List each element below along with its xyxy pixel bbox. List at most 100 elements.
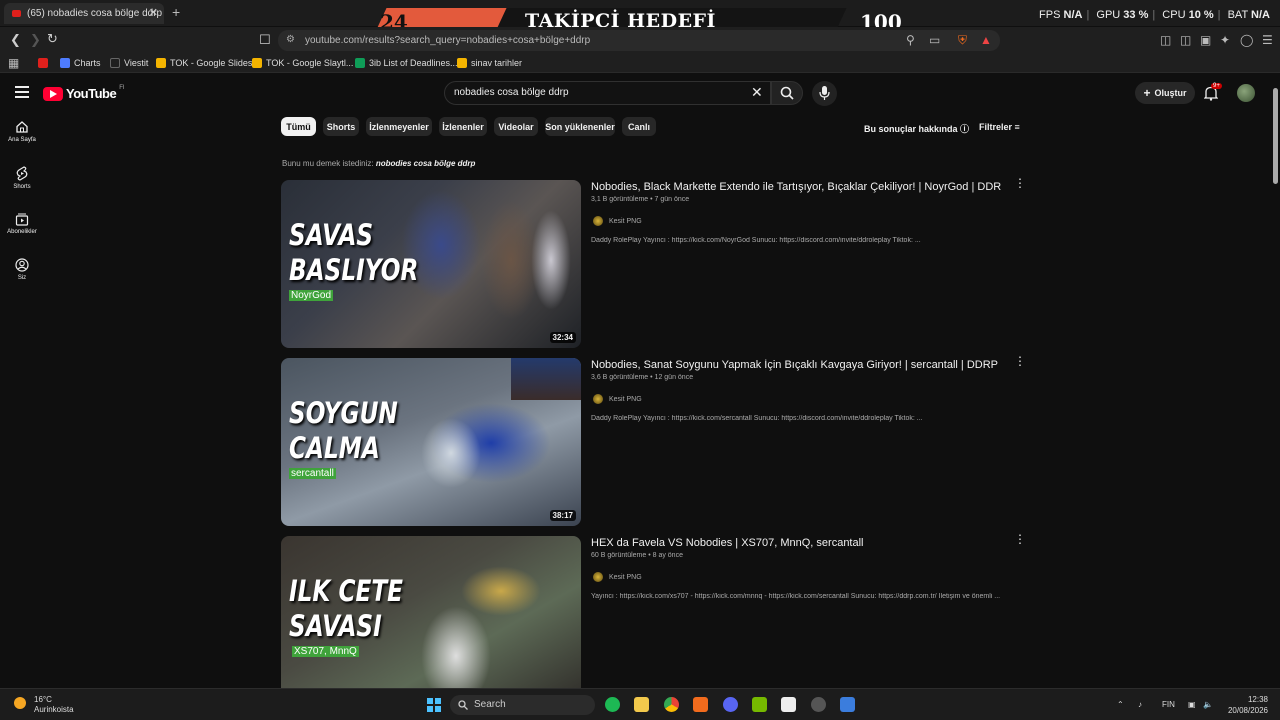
filters-button[interactable]: Filtreler ≡ [979, 122, 1020, 132]
taskbar-search[interactable]: Search [450, 695, 595, 715]
video-result[interactable]: SAVAS BASLIYOR NoyrGod 32:34 Nobodies, B… [281, 177, 1041, 348]
vpn-icon[interactable]: ◯ [1240, 33, 1253, 47]
more-actions-icon[interactable]: ⋮ [1014, 533, 1026, 545]
video-thumbnail[interactable]: ILK CETE SAVASI XS707, MnnQ [281, 536, 581, 688]
page-scrollbar[interactable] [1273, 88, 1278, 184]
app-icon[interactable] [840, 697, 855, 712]
zoom-icon[interactable]: ⚲ [906, 33, 915, 47]
rewards-icon[interactable]: ▲ [980, 33, 992, 47]
chip-live[interactable]: Canlı [622, 117, 656, 136]
bat-value: N/A [1251, 9, 1270, 21]
brave-shield-icon[interactable]: ⛨ [958, 33, 967, 48]
search-input[interactable]: nobadies cosa bölge ddrp [454, 87, 569, 98]
video-title[interactable]: Nobodies, Sanat Soygunu Yapmak İçin Bıça… [591, 359, 1001, 371]
sidebar-icon[interactable]: ◫ [1180, 33, 1191, 47]
bookmark-viestit[interactable]: Viestit [110, 58, 148, 68]
create-button[interactable]: + Oluştur [1135, 82, 1195, 104]
bookmark-tok-slaytlar[interactable]: TOK - Google Slaytl... [252, 58, 353, 68]
wallet-icon[interactable]: ▣ [1200, 33, 1211, 47]
cast-icon[interactable]: ▭ [929, 33, 940, 47]
address-bar-row: ❮ ❯ ↻ ☐ ⚙ youtube.com/results?search_que… [0, 27, 1280, 53]
spotify-icon[interactable] [605, 697, 620, 712]
logo-text: YouTube [66, 86, 117, 101]
did-you-mean-link[interactable]: nobodies cosa bölge ddrp [376, 159, 476, 168]
thumbnail-text-line2: SAVASI [289, 609, 382, 643]
reload-icon[interactable]: ↻ [47, 31, 58, 47]
new-tab-button[interactable]: + [172, 4, 180, 20]
youtube-logo[interactable]: YouTube FI [43, 84, 125, 101]
more-actions-icon[interactable]: ⋮ [1014, 355, 1026, 367]
file-explorer-icon[interactable] [634, 697, 649, 712]
chip-shorts[interactable]: Shorts [323, 117, 359, 136]
nvidia-icon[interactable] [752, 697, 767, 712]
discord-icon[interactable] [723, 697, 738, 712]
url-text[interactable]: youtube.com/results?search_query=nobadie… [305, 35, 590, 46]
windows-taskbar: 16°C Aurinkoista Search ⌃ ♪ FIN ▣ 🔈 12:38… [0, 688, 1280, 720]
forward-arrow-icon[interactable]: ❯ [30, 32, 41, 48]
chrome-icon[interactable] [664, 697, 679, 712]
apps-grid-icon[interactable]: ▦ [8, 56, 19, 70]
slides-bookmark-icon [252, 58, 262, 68]
windows-start-icon[interactable] [427, 698, 441, 712]
about-results-link[interactable]: Bu sonuçlar hakkında ⓘ [864, 122, 969, 135]
channel-avatar [593, 572, 603, 582]
network-icon[interactable]: ▣ [1188, 700, 1196, 709]
tray-overflow-icon[interactable]: ⌃ [1117, 700, 1124, 709]
chip-recently-uploaded[interactable]: Son yüklenenler [545, 117, 615, 136]
taskbar-clock[interactable]: 12:38 20/08/2026 [1226, 694, 1268, 716]
video-thumbnail[interactable]: SAVAS BASLIYOR NoyrGod 32:34 [281, 180, 581, 348]
brave-icon[interactable] [693, 697, 708, 712]
site-info-icon[interactable]: ⚙ [286, 34, 295, 45]
youtube-favicon-icon [12, 10, 21, 17]
clear-search-icon[interactable]: ✕ [751, 84, 763, 101]
sidebar-item-you[interactable]: Siz [0, 258, 44, 281]
thumbnail-text-line1: SAVAS [289, 218, 374, 252]
chip-videos[interactable]: Videolar [494, 117, 538, 136]
tab-close-icon[interactable]: ✕ [149, 6, 158, 19]
bookmark-label: TOK - Google Slides [170, 58, 253, 68]
keyboard-language[interactable]: FIN [1162, 700, 1175, 709]
channel-link[interactable]: Kesit PNG [593, 572, 642, 582]
bookmark-youtube[interactable] [38, 58, 52, 68]
logo-country: FI [119, 84, 125, 91]
sidebar-item-label: Ana Sayfa [8, 137, 36, 143]
video-title[interactable]: HEX da Favela VS Nobodies | XS707, MnnQ,… [591, 537, 1001, 549]
video-title[interactable]: Nobodies, Black Markette Extendo ile Tar… [591, 181, 1001, 193]
video-result[interactable]: ILK CETE SAVASI XS707, MnnQ HEX da Favel… [281, 533, 1041, 688]
bookmark-charts[interactable]: Charts [60, 58, 101, 68]
back-arrow-icon[interactable]: ❮ [10, 32, 21, 48]
did-you-mean: Bunu mu demek istediniz: nobodies cosa b… [282, 159, 475, 168]
slides-bookmark-icon [156, 58, 166, 68]
chip-all[interactable]: Tümü [281, 117, 316, 136]
chip-watched[interactable]: İzlenenler [439, 117, 487, 136]
video-thumbnail[interactable]: SOYGUN CALMA sercantall 38:17 [281, 358, 581, 526]
obs-icon[interactable] [811, 697, 826, 712]
account-avatar[interactable] [1237, 84, 1255, 102]
hamburger-menu-icon[interactable] [15, 86, 29, 98]
tab-title: (65) nobadies cosa bölge ddrp - [27, 8, 164, 19]
microphone-icon[interactable]: ♪ [1138, 700, 1142, 709]
chip-unwatched[interactable]: İzlenmeyenler [366, 117, 432, 136]
volume-icon[interactable]: 🔈 [1203, 700, 1213, 709]
bookmark-sinav[interactable]: sinav tarihler [457, 58, 522, 68]
extensions-icon[interactable]: ◫ [1160, 33, 1171, 47]
weather-condition: Aurinkoista [34, 705, 74, 714]
video-result[interactable]: SOYGUN CALMA sercantall 38:17 Nobodies, … [281, 355, 1041, 526]
sidebar-item-shorts[interactable]: Shorts [0, 166, 44, 190]
browser-tab-youtube[interactable]: (65) nobadies cosa bölge ddrp - ✕ [4, 3, 164, 24]
more-actions-icon[interactable]: ⋮ [1014, 177, 1026, 189]
bookmark-deadlines[interactable]: 3ib List of Deadlines... [355, 58, 458, 68]
voice-search-button[interactable] [812, 81, 837, 106]
channel-link[interactable]: Kesit PNG [593, 216, 642, 226]
search-button[interactable] [771, 81, 803, 105]
bookmark-icon[interactable]: ☐ [259, 32, 271, 48]
sidebar-item-subscriptions[interactable]: Abonelikler [0, 212, 44, 235]
menu-icon[interactable]: ☰ [1262, 33, 1273, 47]
leo-icon[interactable]: ✦ [1220, 33, 1230, 47]
sidebar-item-label: Shorts [13, 184, 31, 190]
capcut-icon[interactable] [781, 697, 796, 712]
sidebar-item-home[interactable]: Ana Sayfa [0, 120, 44, 143]
channel-link[interactable]: Kesit PNG [593, 394, 642, 404]
bookmark-label: TOK - Google Slaytl... [266, 58, 354, 68]
bookmark-tok-slides[interactable]: TOK - Google Slides [156, 58, 252, 68]
